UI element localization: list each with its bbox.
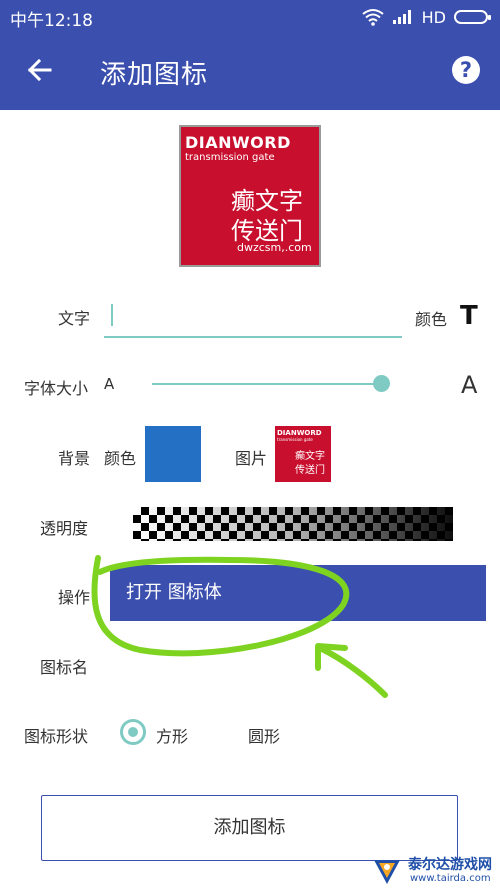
battery-icon [454, 10, 491, 24]
wifi-icon [362, 9, 384, 26]
bg-thumb-line2: 传送门 [295, 465, 325, 476]
app-bar: 添加图标 ? [0, 34, 500, 110]
font-size-slider-thumb[interactable] [373, 375, 390, 392]
bg-image-label: 图片 [235, 449, 268, 468]
shape-square-radio[interactable] [120, 719, 146, 745]
help-circle-icon[interactable]: ? [452, 56, 480, 84]
font-size-label: 字体大小 [24, 379, 89, 398]
text-color-icon[interactable]: T [460, 301, 478, 331]
icon-name-label: 图标名 [40, 658, 89, 677]
watermark-name: 泰尔达游戏网 [408, 857, 492, 873]
font-size-slider-track[interactable] [152, 383, 384, 385]
network-type: HD [421, 7, 446, 27]
watermark-logo-icon [374, 860, 400, 884]
action-label: 操作 [58, 588, 91, 607]
bg-thumb-line1: 癫文字 [295, 451, 325, 462]
shape-label: 图标形状 [24, 727, 89, 746]
status-time: 中午12:18 [10, 11, 93, 31]
shape-square-label[interactable]: 方形 [156, 723, 188, 747]
open-icon-body-button[interactable]: 打开 图标体 [110, 565, 486, 621]
bg-color-swatch[interactable] [145, 426, 201, 482]
watermark: 泰尔达游戏网 www.tairda.com [370, 852, 500, 889]
transparency-slider[interactable] [133, 507, 453, 541]
font-size-large-icon: A [461, 371, 478, 399]
background-label: 背景 [58, 449, 91, 468]
shape-circle-label[interactable]: 圆形 [248, 723, 280, 747]
font-size-small-icon: A [104, 375, 115, 393]
arrow-left-icon[interactable] [22, 52, 58, 88]
text-input-underline [104, 336, 402, 338]
bg-color-label: 颜色 [104, 449, 137, 468]
status-bar: 中午12:18 HD [0, 0, 500, 34]
signal-icon [392, 10, 411, 24]
watermark-url: www.tairda.com [410, 873, 491, 884]
icon-name-input[interactable] [104, 644, 484, 680]
bg-thumb-brand: DIANWORD [277, 429, 322, 437]
text-label: 文字 [58, 309, 91, 328]
transparency-label: 透明度 [40, 519, 89, 538]
text-input[interactable] [104, 300, 402, 334]
bg-image-thumbnail[interactable]: DIANWORD transmission gate 癫文字 传送门 [275, 426, 331, 482]
bg-thumb-tagline: transmission gate [277, 437, 313, 442]
page-title: 添加图标 [100, 60, 209, 90]
icon-preview: DIANWORD transmission gate 癫文字 传送门 dwzcs… [179, 125, 321, 267]
preview-brand: DIANWORD [185, 133, 291, 152]
status-icons: HD [362, 7, 491, 27]
preview-tagline: transmission gate [185, 152, 275, 163]
preview-url: dwzcsm,.com [237, 241, 312, 254]
text-color-label[interactable]: 颜色 [415, 306, 447, 330]
